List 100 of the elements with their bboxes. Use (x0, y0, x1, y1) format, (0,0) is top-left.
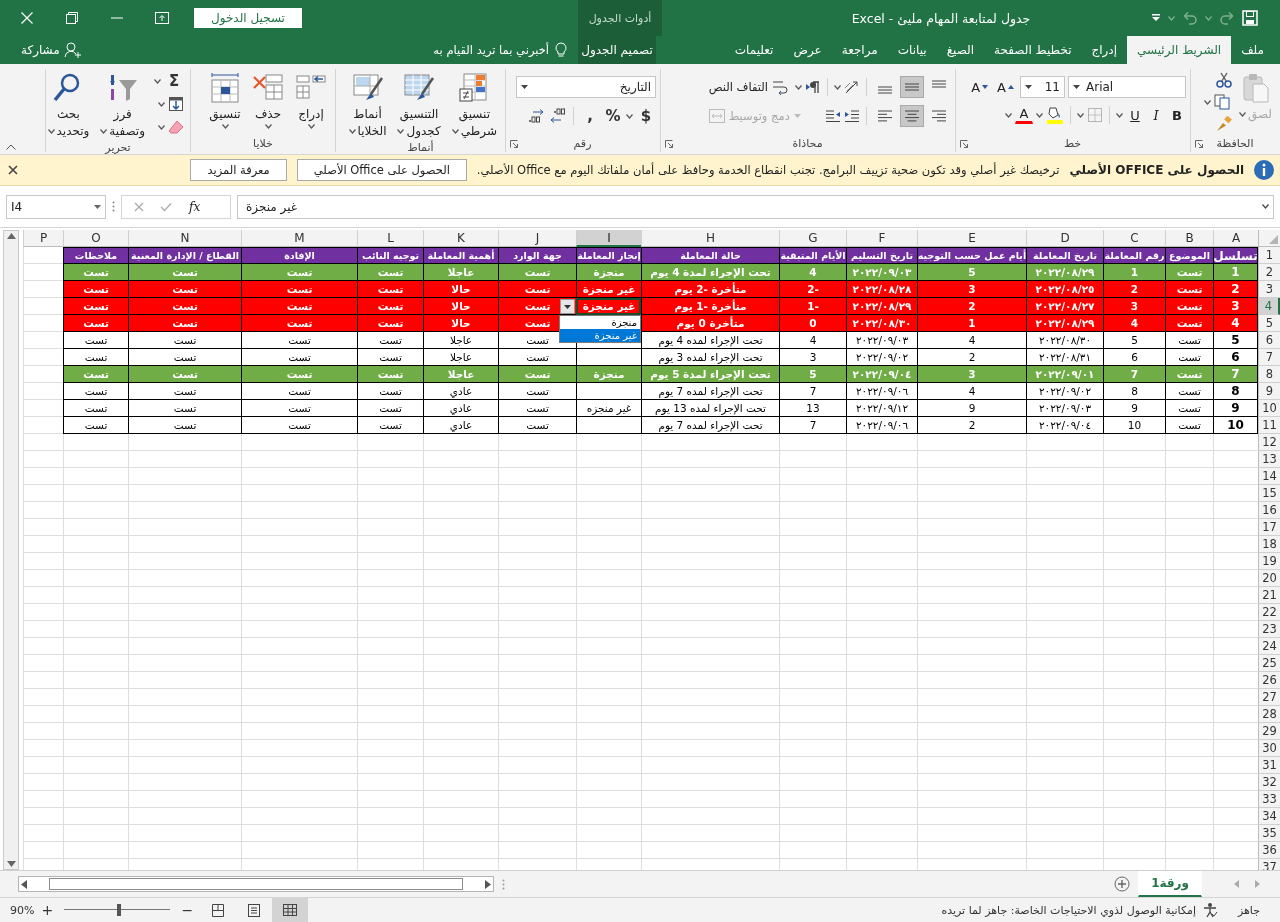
person-add-icon[interactable] (63, 42, 82, 58)
row-header[interactable]: 36 (1258, 842, 1280, 859)
column-header[interactable]: I (576, 230, 641, 247)
caret-icon[interactable] (834, 84, 841, 90)
vertical-scrollbar[interactable] (3, 230, 19, 870)
dropdown-option[interactable]: غير منجزة (560, 329, 640, 342)
row-header[interactable]: 33 (1258, 791, 1280, 808)
collapse-ribbon-icon[interactable] (6, 144, 16, 150)
column-header[interactable]: B (1165, 230, 1213, 247)
message-button[interactable]: الحصول على Office الأصلي (296, 159, 467, 181)
caret-icon[interactable] (564, 304, 571, 309)
row-header[interactable]: 12 (1258, 434, 1280, 451)
cell-styles-button[interactable]: أنماط الخلايا (344, 69, 391, 141)
row-header[interactable]: 31 (1258, 757, 1280, 774)
minimize-icon[interactable] (110, 17, 123, 19)
row-header[interactable]: 19 (1258, 553, 1280, 570)
indent-icon[interactable] (844, 109, 860, 123)
row-header[interactable]: 1 (1258, 247, 1280, 264)
ribbon-tab[interactable]: مراجعة (831, 36, 888, 64)
dropdown-button[interactable] (560, 299, 575, 314)
row-header[interactable]: 28 (1258, 706, 1280, 723)
ribbon-display-icon[interactable] (154, 12, 169, 24)
row-header[interactable]: 32 (1258, 774, 1280, 791)
ribbon-tab[interactable]: عرض (783, 36, 832, 64)
ribbon-tab[interactable]: الصيغ (936, 36, 985, 64)
caret-icon[interactable] (1203, 99, 1211, 105)
column-header[interactable]: J (498, 230, 576, 247)
column-header[interactable]: N (128, 230, 241, 247)
caret-icon[interactable] (1116, 112, 1123, 118)
column-header[interactable]: K (423, 230, 498, 247)
scrollbar-thumb[interactable] (49, 878, 463, 890)
horizontal-scrollbar[interactable] (18, 876, 494, 892)
caret-icon[interactable] (348, 128, 356, 134)
scissors-icon[interactable] (1215, 72, 1232, 88)
row-header[interactable]: 6 (1258, 332, 1280, 349)
delete-button[interactable]: حذف (248, 69, 288, 132)
row-header[interactable]: 30 (1258, 740, 1280, 757)
dialog-launcher-icon[interactable] (960, 139, 968, 148)
caret-icon[interactable] (1073, 85, 1080, 89)
ribbon-tab[interactable]: تخطيط الصفحة (984, 36, 1082, 64)
caret-icon[interactable] (451, 128, 459, 134)
sheet-tab[interactable]: ورقة1 (1138, 870, 1202, 897)
row-header[interactable]: 4 (1258, 298, 1280, 315)
add-sheet-icon[interactable] (1114, 876, 1131, 892)
caret-icon[interactable] (1005, 112, 1012, 118)
row-header[interactable]: 21 (1258, 587, 1280, 604)
currency-button[interactable]: $ (636, 105, 656, 127)
caret-icon[interactable] (521, 85, 528, 89)
decimal-increase-icon[interactable] (528, 108, 546, 124)
row-header[interactable]: 15 (1258, 485, 1280, 502)
lightbulb-icon[interactable] (555, 42, 567, 58)
name-box[interactable]: I4 (6, 194, 106, 219)
row-header[interactable]: 3 (1258, 281, 1280, 298)
scroll-up-icon[interactable] (6, 233, 16, 239)
sort-filter-button[interactable]: فرز وتصفية (96, 69, 149, 141)
column-header[interactable]: G (779, 230, 846, 247)
format-painter-icon[interactable] (1215, 116, 1232, 132)
font-color-button[interactable]: A (1015, 106, 1033, 124)
grid-icon[interactable] (283, 904, 298, 916)
zoom-slider-thumb[interactable] (116, 904, 121, 916)
caret-icon[interactable] (1025, 85, 1032, 89)
format-as-table-button[interactable]: التنسيق كجدول (393, 69, 445, 141)
conditional-formatting-button[interactable]: تنسيق شرطي (447, 69, 501, 141)
row-header[interactable]: 18 (1258, 536, 1280, 553)
format-cells-icon[interactable] (209, 72, 241, 104)
caret-icon[interactable] (264, 124, 272, 129)
italic-button[interactable]: I (1147, 105, 1165, 125)
fill-color-icon[interactable] (1046, 106, 1064, 124)
row-header[interactable]: 25 (1258, 655, 1280, 672)
bold-button[interactable]: B (1168, 105, 1186, 125)
diagonal-arrow-icon[interactable] (844, 79, 860, 95)
grow-font-button[interactable]: A (994, 77, 1017, 97)
page-icon[interactable] (248, 903, 261, 917)
row-header[interactable]: 29 (1258, 723, 1280, 740)
dialog-launcher-icon[interactable] (665, 139, 673, 148)
row-header[interactable]: 8 (1258, 366, 1280, 383)
caret-icon[interactable] (100, 128, 108, 134)
scroll-left-icon[interactable] (21, 879, 27, 889)
caret-icon[interactable] (307, 124, 315, 129)
row-header[interactable]: 22 (1258, 604, 1280, 621)
ribbon-tab[interactable]: بيانات (887, 36, 937, 64)
caret-icon[interactable] (94, 204, 101, 209)
autosum-button[interactable]: Σ (164, 70, 184, 92)
view-button[interactable] (272, 898, 309, 922)
copy-icon[interactable] (1213, 94, 1230, 110)
insert-function-button[interactable]: fx (188, 198, 202, 215)
customize-icon[interactable] (1151, 14, 1161, 22)
close-icon[interactable] (8, 165, 18, 175)
caret-icon[interactable] (795, 84, 802, 90)
ribbon-tab[interactable]: الشريط الرئيسي (1127, 36, 1232, 64)
ribbon-tab[interactable]: إدراج (1081, 36, 1128, 64)
row-header[interactable]: 2 (1258, 264, 1280, 281)
row-header[interactable]: 20 (1258, 570, 1280, 587)
zoom-level[interactable]: 90% (10, 903, 35, 917)
row-header[interactable]: 17 (1258, 519, 1280, 536)
column-header[interactable]: D (1026, 230, 1103, 247)
row-header[interactable]: 16 (1258, 502, 1280, 519)
caret-icon[interactable] (154, 78, 161, 84)
column-header[interactable]: L (357, 230, 423, 247)
ribbon-tab[interactable]: ملف (1231, 36, 1274, 64)
